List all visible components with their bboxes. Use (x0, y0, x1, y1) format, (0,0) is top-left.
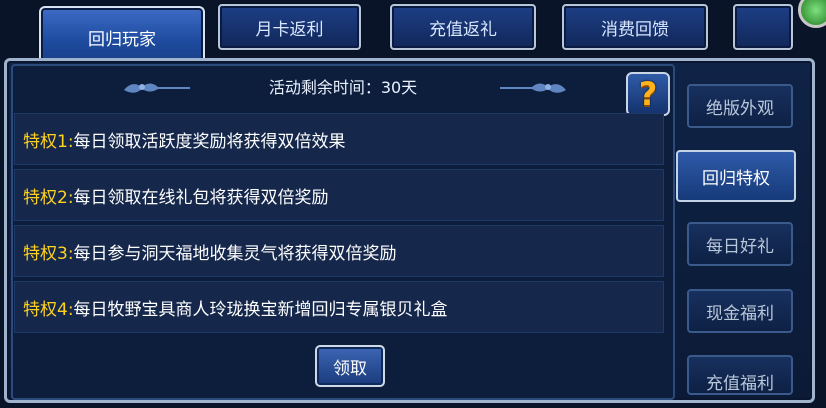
privilege-key: 特权4: (23, 299, 74, 320)
tab-recharge-rebate[interactable]: 充值返礼 (390, 4, 536, 50)
privilege-row: 特权3: 每日参与洞天福地收集灵气将获得双倍奖励 (14, 225, 664, 277)
claim-button[interactable]: 领取 (315, 345, 385, 387)
claim-button-label: 领取 (333, 358, 367, 379)
tab-monthly-card-rebate[interactable]: 月卡返利 (218, 4, 361, 50)
privilege-text: 每日参与洞天福地收集灵气将获得双倍奖励 (73, 243, 397, 264)
side-menu-recharge-benefit[interactable]: 充值福利 (687, 355, 793, 395)
tab-label: 消费回馈 (601, 19, 669, 40)
activity-timer-bar: 活动剩余时间：30天 (11, 66, 675, 106)
side-menu-exclusive-appearance[interactable]: 绝版外观 (687, 84, 793, 128)
side-menu-label: 回归特权 (702, 168, 770, 189)
tab-label: 回归玩家 (88, 29, 156, 50)
privilege-row: 特权4: 每日牧野宝具商人玲珑换宝新增回归专属银贝礼盒 (14, 281, 664, 333)
side-menu-daily-gift[interactable]: 每日好礼 (687, 222, 793, 266)
tab-label: 充值返礼 (429, 19, 497, 40)
question-mark-icon: ? (638, 75, 658, 113)
privilege-row: 特权1: 每日领取活跃度奖励将获得双倍效果 (14, 113, 664, 165)
side-menu-cash-benefit[interactable]: 现金福利 (687, 289, 793, 333)
privilege-text: 每日领取活跃度奖励将获得双倍效果 (73, 131, 346, 152)
cloud-ornament-icon (500, 83, 566, 93)
privilege-key: 特权2: (23, 187, 74, 208)
side-menu-label: 绝版外观 (706, 98, 774, 119)
privilege-text: 每日领取在线礼包将获得双倍奖励 (73, 187, 329, 208)
privilege-key: 特权3: (23, 243, 74, 264)
tab-label: 月卡返利 (255, 19, 324, 40)
privilege-row: 特权2: 每日领取在线礼包将获得双倍奖励 (14, 169, 664, 221)
privilege-text: 每日牧野宝具商人玲珑换宝新增回归专属银贝礼盒 (73, 299, 448, 320)
tab-consumption-reward[interactable]: 消费回馈 (562, 4, 708, 50)
side-menu-label: 每日好礼 (706, 236, 774, 257)
corner-orb-icon (798, 0, 826, 28)
tab-returning-player[interactable]: 回归玩家 (39, 6, 205, 66)
side-menu-label: 现金福利 (706, 303, 774, 324)
help-button[interactable]: ? (626, 72, 670, 116)
activity-remaining-time: 活动剩余时间：30天 (268, 78, 418, 97)
side-menu-return-privilege[interactable]: 回归特权 (676, 150, 796, 202)
privilege-key: 特权1: (23, 131, 74, 152)
side-menu-label: 充值福利 (706, 374, 774, 394)
tab-partial[interactable] (733, 4, 793, 50)
